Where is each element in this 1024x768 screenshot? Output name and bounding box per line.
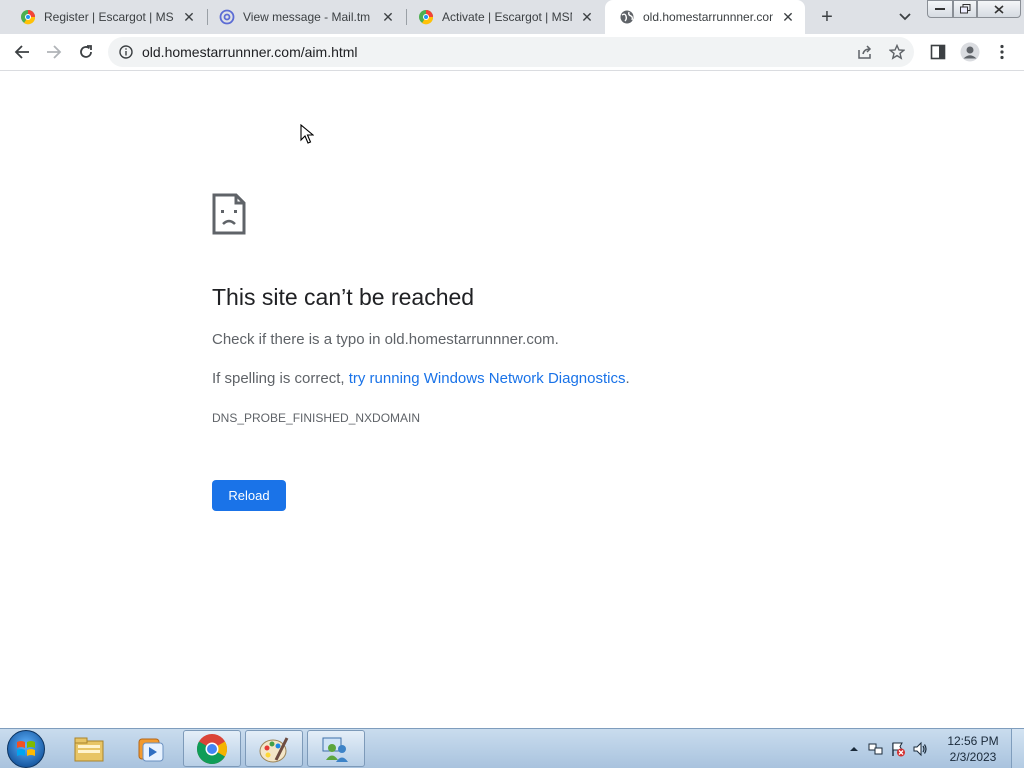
forward-arrow-icon[interactable] [42,40,66,64]
network-tray-icon[interactable] [865,738,887,760]
diagnostics-hint-prefix: If spelling is correct, [212,370,349,387]
clock-date: 2/3/2023 [949,750,997,764]
diagnostics-hint: If spelling is correct, try running Wind… [212,370,630,387]
start-button[interactable] [7,730,45,768]
close-icon[interactable]: ✕ [578,8,596,26]
explorer-icon[interactable] [60,730,118,767]
system-tray [843,729,931,768]
close-icon[interactable]: ✕ [379,8,397,26]
kebab-menu-icon[interactable] [990,40,1014,64]
bookmark-star-icon[interactable] [886,41,908,63]
error-title: This site can’t be reached [212,284,475,310]
tab-title: Register | Escargot | MSN [44,10,174,24]
mouse-cursor-icon [300,123,315,149]
show-desktop-button[interactable] [1011,729,1024,768]
tab-search-chevron-icon[interactable] [893,5,917,29]
clock-time: 12:56 PM [947,734,999,748]
tab-homestarrunnner[interactable]: old.homestarrunnner.com ✕ [605,0,805,34]
browser-toolbar: old.homestarrunnner.com/aim.html [0,34,1024,71]
escargot-icon [418,9,434,25]
reload-button[interactable]: Reload [212,480,286,511]
tray-expand-arrow-icon[interactable] [843,738,865,760]
tab-title: Activate | Escargot | MSN [442,10,572,24]
chrome-icon[interactable] [183,730,241,767]
media-player-icon[interactable] [121,730,179,767]
minimize-button[interactable] [927,0,953,18]
restore-button[interactable] [953,0,977,18]
at-sign-icon [219,9,235,25]
action-center-flag-icon[interactable] [887,738,909,760]
profile-avatar-icon[interactable] [958,40,982,64]
reload-icon[interactable] [74,40,98,64]
info-icon[interactable] [118,44,134,60]
tab-view-message[interactable]: View message - Mail.tm ✕ [205,0,405,34]
close-icon[interactable]: ✕ [779,8,797,26]
globe-icon [619,9,635,25]
close-icon[interactable]: ✕ [180,8,198,26]
error-code: DNS_PROBE_FINISHED_NXDOMAIN [212,411,421,425]
back-arrow-icon[interactable] [10,40,34,64]
sad-document-icon [212,193,246,240]
tab-register-escargot[interactable]: Register | Escargot | MSN ✕ [6,0,206,34]
side-panel-icon[interactable] [926,40,950,64]
new-tab-button[interactable]: + [815,5,839,29]
window-controls [927,0,1021,18]
tab-title: View message - Mail.tm [243,10,371,24]
paint-icon[interactable] [245,730,303,767]
volume-speaker-icon[interactable] [909,738,931,760]
network-diagnostics-link[interactable]: try running Windows Network Diagnostics [349,370,626,387]
escargot-icon [20,9,36,25]
windows-logo-icon [17,741,35,756]
address-bar[interactable]: old.homestarrunnner.com/aim.html [108,37,914,67]
windows-taskbar: 12:56 PM 2/3/2023 [0,728,1024,768]
tab-title: old.homestarrunnner.com [643,10,773,24]
tab-strip: Register | Escargot | MSN ✕ View message… [0,0,1024,34]
network-people-icon[interactable] [307,730,365,767]
tab-activate-escargot[interactable]: Activate | Escargot | MSN ✕ [404,0,604,34]
typo-hint: Check if there is a typo in old.homestar… [212,331,559,348]
diagnostics-hint-suffix: . [625,370,630,387]
close-window-button[interactable] [977,0,1021,18]
error-page: This site can’t be reached Check if ther… [0,71,1024,728]
taskbar-clock[interactable]: 12:56 PM 2/3/2023 [940,733,1006,765]
url-text[interactable]: old.homestarrunnner.com/aim.html [142,44,358,60]
share-icon[interactable] [854,41,876,63]
